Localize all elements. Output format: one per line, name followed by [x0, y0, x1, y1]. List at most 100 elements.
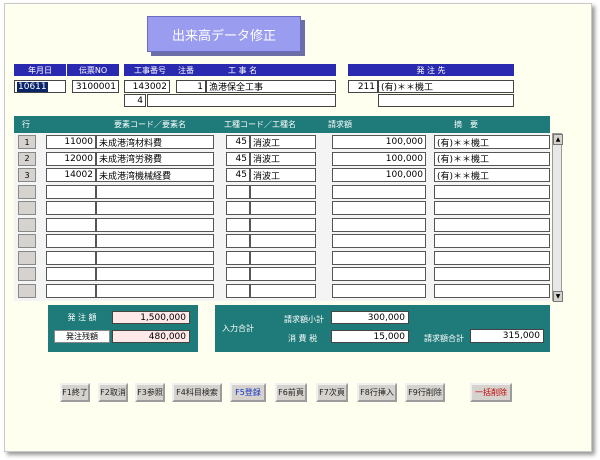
cell-no[interactable]	[18, 250, 36, 265]
cell-code[interactable]	[46, 201, 96, 215]
supplier-extra-input[interactable]	[378, 94, 514, 107]
scroll-down-icon[interactable]: ▼	[553, 291, 563, 302]
cell-kcode[interactable]	[226, 267, 250, 281]
f5-register-button[interactable]: F5登録	[230, 383, 266, 402]
cell-name[interactable]	[96, 217, 214, 232]
work-name-input[interactable]: 漁港保全工事	[206, 80, 336, 93]
cell-amount[interactable]	[332, 267, 426, 281]
cell-kname[interactable]	[250, 217, 316, 232]
work-no-label: 工事番号	[134, 65, 166, 75]
scroll-up-icon[interactable]: ▲	[553, 134, 563, 145]
cell-code[interactable]	[46, 217, 96, 232]
cell-code[interactable]: 11000	[46, 135, 96, 149]
cell-kname[interactable]	[250, 267, 316, 281]
cell-amount[interactable]: 100,000	[332, 168, 426, 182]
grid-body: 1 11000 未成港湾材料費 45 消波工 100,000 (有)＊＊機工 2 12000 未成…	[14, 133, 550, 301]
cell-kname[interactable]	[250, 201, 316, 215]
cell-kname[interactable]: 消波工	[250, 135, 316, 149]
cell-code[interactable]: 14002	[46, 168, 96, 182]
f9-delete-row-button[interactable]: F9行削除	[405, 383, 445, 402]
cell-amount[interactable]: 100,000	[332, 151, 426, 166]
f1-exit-button[interactable]: F1終了	[60, 383, 90, 402]
cell-amount[interactable]	[332, 234, 426, 248]
order-no-input[interactable]: 3100001	[72, 80, 119, 93]
cell-kcode[interactable]	[226, 250, 250, 265]
col-memo: 摘 要	[454, 120, 478, 129]
supplier-code-input[interactable]: 211	[348, 80, 378, 93]
cell-no[interactable]	[18, 201, 36, 215]
cell-kcode[interactable]	[226, 201, 250, 215]
cell-kcode[interactable]	[226, 234, 250, 248]
cell-kname[interactable]: 消波工	[250, 168, 316, 182]
cell-name[interactable]: 未成港湾機械経費	[96, 168, 214, 182]
cell-no[interactable]	[18, 184, 36, 199]
cell-name[interactable]	[96, 250, 214, 265]
cell-no[interactable]: 1	[18, 135, 36, 149]
cell-kname[interactable]	[250, 250, 316, 265]
f4-search-button[interactable]: F4科目検索	[172, 383, 222, 402]
cell-code[interactable]	[46, 250, 96, 265]
cell-amount[interactable]	[332, 201, 426, 215]
date-input[interactable]: 10611	[14, 80, 66, 93]
f2-cancel-button[interactable]: F2取消	[98, 383, 128, 402]
cell-kcode[interactable]: 45	[226, 151, 250, 166]
supplier-name-input[interactable]: (有)＊＊機工	[378, 80, 514, 93]
cell-no[interactable]: 3	[18, 168, 36, 182]
work-extra-input[interactable]	[147, 94, 336, 107]
cell-name[interactable]: 未成港湾労務費	[96, 151, 214, 166]
cell-no[interactable]: 2	[18, 151, 36, 166]
f7-next-page-button[interactable]: F7次頁	[316, 383, 348, 402]
work-header-label: 工事番号 注番 工 事 名	[124, 64, 336, 76]
cell-name[interactable]	[96, 283, 214, 298]
cell-no[interactable]	[18, 283, 36, 298]
cell-code[interactable]	[46, 184, 96, 199]
cell-code[interactable]	[46, 283, 96, 298]
cell-no[interactable]	[18, 217, 36, 232]
cell-no[interactable]	[18, 267, 36, 281]
work-no-input[interactable]: 143002	[124, 80, 170, 93]
cell-name[interactable]	[96, 201, 214, 215]
cell-amount[interactable]	[332, 184, 426, 199]
col-kind: 工種コード／工種名	[224, 120, 296, 129]
grid-scrollbar[interactable]: ▲ ▼	[552, 133, 563, 302]
cell-amount[interactable]: 100,000	[332, 135, 426, 149]
cell-kcode[interactable]: 45	[226, 135, 250, 149]
cell-memo[interactable]	[434, 184, 550, 199]
cell-code[interactable]: 12000	[46, 151, 96, 166]
f3-reference-button[interactable]: F3参照	[135, 383, 165, 402]
f6-prev-page-button[interactable]: F6前頁	[275, 383, 307, 402]
work-no-sub-input[interactable]: 4	[124, 94, 146, 107]
cell-kname[interactable]	[250, 283, 316, 298]
cell-name[interactable]	[96, 267, 214, 281]
cell-amount[interactable]	[332, 217, 426, 232]
order-amount-label: 発 注 額	[54, 311, 110, 324]
cell-memo[interactable]	[434, 234, 550, 248]
cell-memo[interactable]	[434, 250, 550, 265]
cell-memo[interactable]	[434, 283, 550, 298]
cell-kcode[interactable]: 45	[226, 168, 250, 182]
cell-name[interactable]: 未成港湾材料費	[96, 135, 214, 149]
note-input[interactable]: 1	[176, 80, 206, 93]
cell-amount[interactable]	[332, 283, 426, 298]
cell-memo[interactable]	[434, 267, 550, 281]
cell-kname[interactable]	[250, 234, 316, 248]
cell-code[interactable]	[46, 234, 96, 248]
cell-name[interactable]	[96, 234, 214, 248]
cell-kcode[interactable]	[226, 283, 250, 298]
cell-kcode[interactable]	[226, 184, 250, 199]
cell-kcode[interactable]	[226, 217, 250, 232]
cell-memo[interactable]: (有)＊＊機工	[434, 135, 550, 149]
cell-memo[interactable]: (有)＊＊機工	[434, 168, 550, 182]
cell-kname[interactable]	[250, 184, 316, 199]
f8-insert-row-button[interactable]: F8行挿入	[357, 383, 397, 402]
cell-memo[interactable]: (有)＊＊機工	[434, 151, 550, 166]
cell-kname[interactable]: 消波工	[250, 151, 316, 166]
cell-amount[interactable]	[332, 250, 426, 265]
cell-no[interactable]	[18, 234, 36, 248]
bulk-delete-button[interactable]: 一括削除	[470, 383, 512, 402]
cell-memo[interactable]	[434, 217, 550, 232]
cell-code[interactable]	[46, 267, 96, 281]
cell-name[interactable]	[96, 184, 214, 199]
cell-memo[interactable]	[434, 201, 550, 215]
table-row	[14, 283, 550, 299]
